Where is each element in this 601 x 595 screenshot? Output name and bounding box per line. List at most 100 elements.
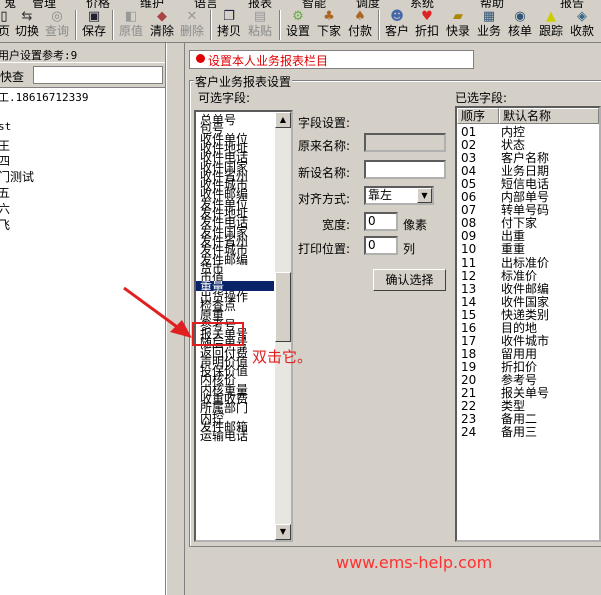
row-default-name: 备用三 [501, 425, 538, 440]
menu-item[interactable]: 鬼 [4, 0, 16, 8]
toolbar-button-save[interactable]: ▣ 保存 [80, 8, 108, 42]
row-default-name: 付下家 [501, 216, 538, 231]
scroll-up-button[interactable]: ▲ [275, 112, 291, 128]
tree-item[interactable]: 五 [0, 184, 10, 201]
selected-field-row[interactable]: 20 参考号 [457, 372, 597, 387]
toolbar-button-quick-entry[interactable]: ▰ 快录 [444, 8, 472, 42]
original-name-label: 原来名称: [298, 139, 351, 153]
confirm-selection-button[interactable]: 确认选择 [373, 269, 446, 291]
toolbar-button-switch[interactable]: ⇆ 切换 [13, 8, 41, 42]
quick-search-label: 快查 [0, 70, 25, 84]
toolbar-button-tracking[interactable]: ▲ 跟踪 [537, 8, 565, 42]
menu-item[interactable]: 维护 [140, 0, 164, 8]
selected-fields-table[interactable]: 顺序 默认名称 01 内控 02 状态 03 客户名称 04 业务日期 05 短信电话 06 内部单号… [455, 106, 601, 542]
row-default-name: 出重 [501, 229, 526, 244]
row-default-name: 业务日期 [501, 164, 550, 179]
toolbar-button-next-party[interactable]: ♣ 下家 [315, 8, 343, 42]
print-position-unit: 列 [403, 242, 416, 256]
width-field[interactable]: 0 [364, 212, 398, 231]
quick-search-input[interactable] [33, 66, 163, 84]
menu-item[interactable]: 价格 [86, 0, 110, 8]
tree-item[interactable]: st [0, 120, 11, 133]
new-name-field[interactable] [364, 160, 446, 179]
alignment-select[interactable]: 靠左 ▼ [364, 186, 434, 205]
row-default-name: 出标准价 [501, 255, 550, 270]
toolbar-button-check-order[interactable]: ◉ 核单 [506, 8, 534, 42]
row-order: 04 [461, 164, 477, 179]
toolbar-button-delete[interactable]: ✕ 删除 [178, 8, 206, 42]
scroll-down-button[interactable]: ▼ [275, 524, 291, 540]
toolbar-button-copy[interactable]: ❐ 拷贝 [215, 8, 243, 42]
toolbar-button-settings[interactable]: ⚙ 设置 [284, 8, 312, 42]
available-field-item[interactable]: 运输电话 [200, 430, 248, 442]
menu-item[interactable]: 系统 [410, 0, 434, 8]
group-title: 客户业务报表设置 [194, 73, 293, 90]
menu-item[interactable]: 智能 [302, 0, 326, 8]
selected-field-row[interactable]: 12 标准价 [457, 269, 597, 283]
column-header-order[interactable]: 顺序 [457, 108, 499, 124]
page-icon: ▯ [0, 9, 8, 24]
toolbar-separator [75, 10, 77, 40]
business-icon: ▦ [482, 9, 496, 24]
selected-field-row[interactable]: 19 折扣价 [457, 360, 597, 374]
scroll-thumb[interactable] [275, 272, 291, 342]
menu-item[interactable]: 帮助 [480, 0, 504, 8]
toolbar-button-business[interactable]: ▦ 业务 [475, 8, 503, 42]
print-position-field[interactable]: 0 [364, 236, 398, 255]
toolbar-button-customers[interactable]: ☻ 客户 [383, 8, 411, 42]
selected-field-row[interactable]: 04 业务日期 [457, 165, 597, 178]
selected-field-row[interactable]: 10 重重 [457, 243, 597, 256]
row-order: 20 [461, 372, 477, 387]
menu-item[interactable]: 调度 [356, 0, 380, 8]
selected-field-row[interactable]: 11 出标准价 [457, 255, 597, 270]
available-fields-scrollbar[interactable]: ▲ ▼ [275, 112, 291, 540]
tree-item[interactable]: 门测试 [0, 168, 34, 185]
toolbar-button-discount[interactable]: ♥ 折扣 [413, 8, 441, 42]
row-order: 07 [461, 203, 477, 218]
toolbar-button-paste[interactable]: ▤ 粘贴 [246, 8, 274, 42]
row-default-name: 内控 [501, 125, 526, 139]
check-order-icon: ◉ [514, 9, 526, 24]
column-header-default-name[interactable]: 默认名称 [499, 108, 599, 124]
selected-field-row[interactable]: 22 类型 [457, 400, 597, 413]
toolbar-separator [112, 10, 114, 40]
toolbar-separator [210, 10, 212, 40]
selected-field-row[interactable]: 09 出重 [457, 230, 597, 243]
chevron-down-icon[interactable]: ▼ [417, 188, 432, 203]
tracking-icon: ▲ [546, 9, 556, 24]
tree-item[interactable]: 四 [0, 152, 10, 169]
selected-field-row[interactable]: 08 付下家 [457, 217, 597, 230]
tree-item[interactable]: 工.18616712339 [0, 89, 88, 105]
tree-item[interactable]: 飞 [0, 216, 10, 233]
row-order: 22 [461, 399, 477, 414]
toolbar-button-payment[interactable]: ♠ 付款 [346, 8, 374, 42]
menu-item[interactable]: 报告 [560, 0, 584, 8]
toolbar-button-query[interactable]: ◎ 查询 [43, 8, 71, 42]
selected-field-row[interactable]: 14 收件国家 [457, 295, 597, 309]
toolbar-button-revert[interactable]: ◧ 原值 [117, 8, 145, 42]
toolbar-button-page[interactable]: ▯ 页 [0, 8, 12, 42]
row-order: 16 [461, 320, 477, 335]
menu-item[interactable]: 报表 [248, 0, 272, 8]
tree-item[interactable]: 六 [0, 200, 10, 217]
toolbar-button-receipt[interactable]: ◈ 收款 [568, 8, 596, 42]
toolbar-button-clear[interactable]: ◆ 清除 [148, 8, 176, 42]
toolbar-separator [279, 10, 281, 40]
delete-x-icon: ✕ [186, 9, 198, 24]
selected-field-row[interactable]: 17 收件城市 [457, 334, 597, 348]
menu-item[interactable]: 管理 [32, 0, 56, 8]
selected-field-row[interactable]: 01 内控 [457, 126, 597, 139]
selected-field-row[interactable]: 21 报关单号 [457, 387, 597, 400]
row-order: 18 [461, 346, 477, 361]
print-position-label: 打印位置: [298, 242, 351, 256]
menu-item[interactable]: 语言 [194, 0, 218, 8]
selected-field-row[interactable]: 16 目的地 [457, 320, 597, 335]
row-order: 15 [461, 307, 477, 322]
selected-field-row[interactable]: 23 备用二 [457, 413, 597, 426]
row-order: 23 [461, 412, 477, 427]
selected-field-row[interactable]: 13 收件邮编 [457, 282, 597, 296]
selected-field-row[interactable]: 24 备用三 [457, 426, 597, 439]
available-fields-label: 可选字段: [198, 91, 251, 105]
selected-field-row[interactable]: 18 留用用 [457, 346, 597, 361]
selected-field-row[interactable]: 15 快递类别 [457, 307, 597, 322]
